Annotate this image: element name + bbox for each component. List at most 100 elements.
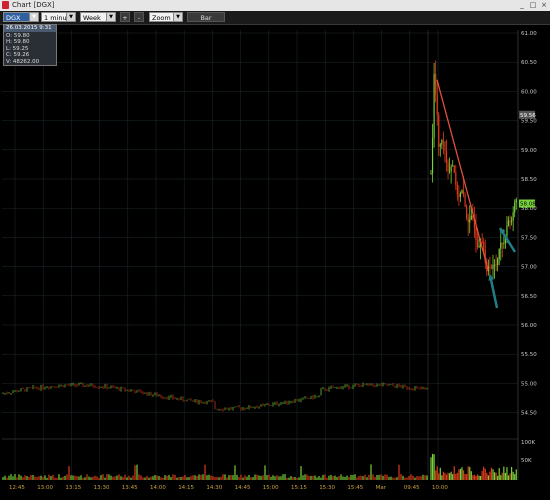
period-select[interactable]: Week ▼ bbox=[80, 12, 116, 22]
volume-bar bbox=[196, 475, 198, 480]
volume-bar bbox=[504, 472, 506, 480]
candle-body bbox=[512, 212, 514, 221]
candle-body bbox=[509, 220, 511, 222]
volume-bar bbox=[212, 476, 214, 480]
chevron-down-icon[interactable]: ▼ bbox=[106, 13, 115, 21]
volume-bar bbox=[302, 475, 304, 480]
candle-body bbox=[453, 165, 455, 173]
candle-body bbox=[464, 195, 466, 207]
candle-body bbox=[506, 225, 508, 236]
volume-bar bbox=[294, 477, 296, 480]
volume-bar bbox=[420, 476, 422, 480]
zoom-out-button[interactable]: - bbox=[134, 12, 144, 22]
price-tick-label: 55.00 bbox=[521, 381, 537, 387]
volume-bar bbox=[150, 476, 152, 480]
price-chart[interactable]: 61.0060.5060.0059.5059.0058.5058.0057.50… bbox=[0, 25, 550, 500]
interval-select[interactable]: 1 minute ▼ bbox=[41, 12, 76, 22]
volume-bar bbox=[146, 475, 148, 480]
volume-bar bbox=[344, 476, 346, 480]
candle-body bbox=[483, 241, 485, 250]
price-tick-label: 57.50 bbox=[521, 235, 537, 241]
volume-bar bbox=[34, 476, 36, 480]
volume-bar bbox=[306, 474, 308, 480]
volume-bar bbox=[36, 476, 38, 480]
volume-bar bbox=[222, 474, 224, 480]
volume-bar bbox=[392, 477, 394, 480]
candle-body bbox=[498, 248, 500, 259]
chart-background bbox=[0, 25, 550, 500]
chevron-down-icon[interactable]: ▼ bbox=[173, 13, 182, 21]
candle-body bbox=[495, 264, 497, 266]
volume-bar bbox=[324, 474, 326, 480]
price-tick-label: 56.00 bbox=[521, 323, 537, 329]
volume-bar bbox=[90, 477, 92, 480]
volume-bar bbox=[509, 473, 511, 480]
volume-bar bbox=[378, 474, 380, 480]
volume-bar bbox=[156, 475, 158, 480]
volume-bar bbox=[500, 475, 502, 480]
candle-body bbox=[452, 165, 454, 167]
volume-bar bbox=[439, 467, 441, 480]
volume-bar bbox=[328, 475, 330, 480]
volume-bar bbox=[414, 477, 416, 480]
volume-bar bbox=[441, 475, 443, 480]
volume-bar bbox=[374, 476, 376, 480]
volume-bar bbox=[486, 472, 488, 480]
volume-bar bbox=[68, 466, 70, 480]
candle-body bbox=[478, 246, 480, 248]
volume-bar bbox=[258, 475, 260, 480]
volume-bar bbox=[424, 475, 426, 480]
candle-body bbox=[436, 94, 438, 115]
volume-bar bbox=[386, 474, 388, 480]
volume-bar bbox=[507, 475, 510, 480]
close-button[interactable]: × bbox=[539, 1, 549, 9]
volume-bar bbox=[430, 457, 432, 480]
info-datetime: 26.03.2015 9:31 bbox=[4, 25, 56, 32]
volume-bar bbox=[220, 476, 222, 480]
volume-bar bbox=[501, 472, 503, 480]
minimize-button[interactable]: _ bbox=[517, 1, 527, 9]
volume-bar bbox=[394, 477, 396, 480]
volume-bar bbox=[356, 477, 358, 480]
time-tick-label: 15:15 bbox=[291, 485, 307, 491]
volume-bar bbox=[154, 475, 156, 480]
volume-bar bbox=[493, 472, 496, 480]
volume-bar bbox=[384, 474, 386, 480]
candle-body bbox=[438, 114, 440, 147]
zoom-in-button[interactable]: + bbox=[120, 12, 130, 22]
volume-bar bbox=[318, 476, 320, 480]
zoom-select[interactable]: Zoom ▼ bbox=[149, 12, 183, 22]
volume-bar bbox=[447, 472, 449, 480]
volume-bar bbox=[138, 474, 140, 480]
volume-bar bbox=[330, 474, 332, 480]
volume-bar bbox=[204, 464, 206, 480]
volume-bar bbox=[453, 466, 455, 480]
volume-bar bbox=[230, 474, 232, 480]
volume-bar bbox=[238, 477, 240, 480]
price-tick-label: 59.00 bbox=[521, 148, 537, 154]
chevron-down-icon[interactable]: ▼ bbox=[66, 13, 75, 21]
volume-bar bbox=[470, 471, 472, 480]
volume-bar bbox=[462, 470, 465, 480]
maximize-button[interactable]: □ bbox=[528, 1, 538, 9]
volume-bar bbox=[422, 474, 424, 480]
volume-bar bbox=[72, 475, 74, 480]
candle-body bbox=[476, 240, 479, 248]
time-tick-label: 14:30 bbox=[206, 485, 222, 491]
chevron-down-icon[interactable]: ▼ bbox=[29, 13, 38, 21]
volume-bar bbox=[322, 474, 324, 480]
volume-bar bbox=[442, 471, 444, 480]
volume-bar bbox=[280, 476, 282, 480]
volume-bar bbox=[118, 474, 120, 480]
volume-bar bbox=[6, 477, 8, 480]
volume-bar bbox=[268, 474, 270, 480]
volume-bar bbox=[144, 477, 146, 480]
candle-body bbox=[492, 264, 494, 269]
volume-bar bbox=[28, 476, 30, 480]
symbol-select[interactable]: DGX ▼ bbox=[3, 12, 39, 22]
volume-bar bbox=[492, 469, 494, 480]
volume-bar bbox=[320, 477, 322, 480]
volume-bar bbox=[402, 475, 404, 480]
bar-style-button[interactable]: Bar bbox=[187, 12, 225, 22]
volume-bar bbox=[481, 471, 483, 480]
